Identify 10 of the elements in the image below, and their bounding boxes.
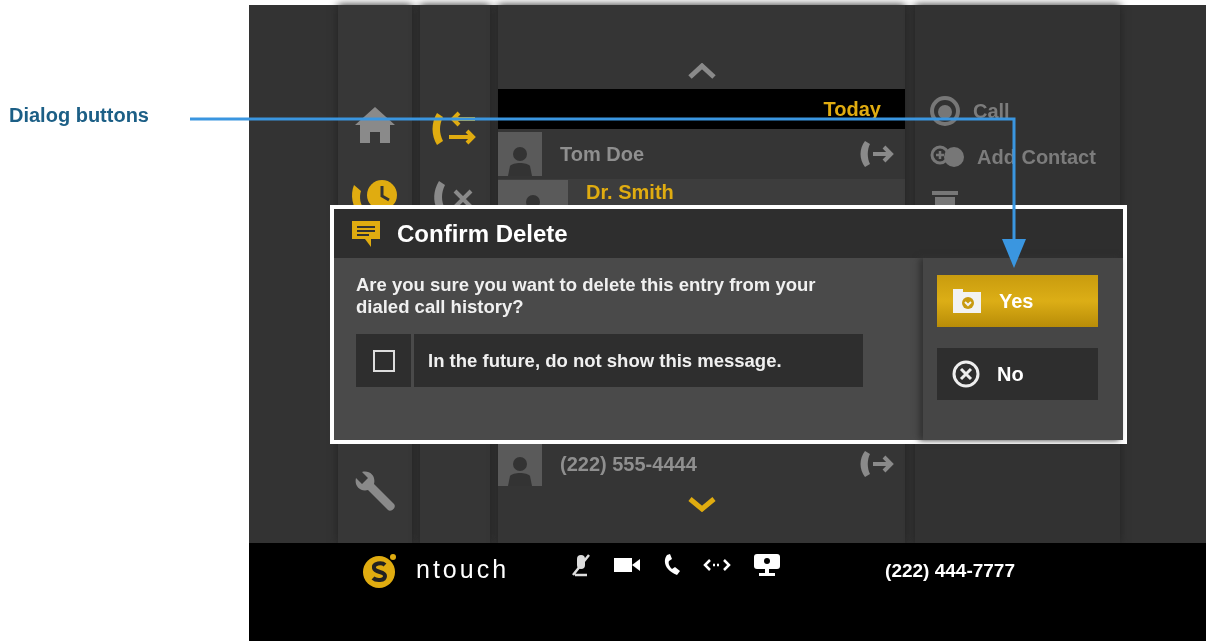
- dialog-button[interactable]: Yes: [937, 275, 1098, 327]
- menu-item[interactable]: Call: [929, 95, 1120, 127]
- phone-number: (222) 444-7777: [885, 560, 1015, 582]
- list-header: Today: [498, 89, 905, 129]
- call-history-row[interactable]: Tom Doe: [498, 132, 905, 176]
- dialog-message: Are you sure you want to delete this entry from your dialed call history?: [356, 274, 817, 318]
- checkbox-label[interactable]: In the future, do not show this message.: [414, 334, 863, 387]
- brand-name: ntouch: [416, 555, 510, 584]
- callout-label: Dialog buttons: [9, 104, 149, 127]
- dialog-button[interactable]: No: [937, 348, 1098, 400]
